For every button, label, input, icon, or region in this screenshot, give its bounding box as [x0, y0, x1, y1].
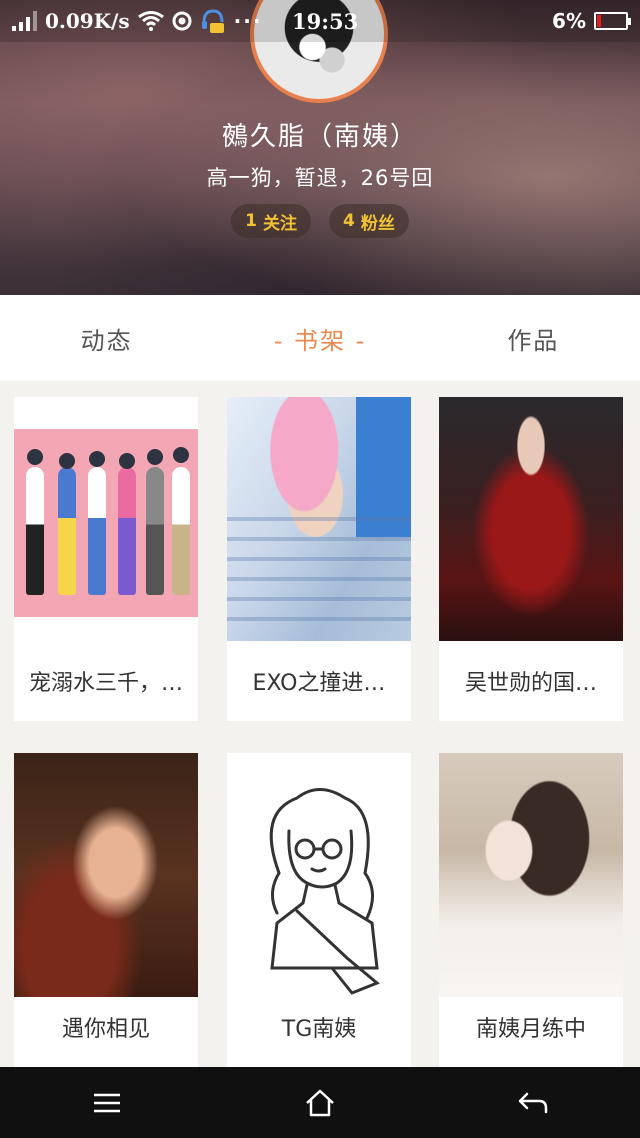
book-cover	[227, 397, 411, 641]
back-button[interactable]	[503, 1078, 563, 1128]
menu-icon	[93, 1093, 120, 1112]
book-card[interactable]: TG南姨	[227, 753, 411, 1067]
location-icon	[172, 11, 192, 31]
battery-icon	[594, 12, 631, 30]
book-title: 南姨月练中	[475, 1017, 586, 1042]
signal-icon	[12, 11, 37, 31]
book-title: 吴世勋的国…	[464, 671, 597, 696]
followers-button[interactable]: 4 粉丝	[329, 204, 409, 238]
following-label: 关注	[263, 213, 297, 234]
bookshelf-grid: 宠溺水三千，… EXO之撞进… 吴世勋的国… 遇你相见 TG南姨 南姨月练中	[0, 381, 640, 1067]
book-title: 遇你相见	[61, 1017, 150, 1042]
book-cover	[439, 753, 623, 997]
profile-header: 0.09K/s ··· 19:53 6% 鵺久脂（南姨） 高一狗，暂退，26号回…	[0, 0, 640, 295]
following-count: 1	[245, 211, 257, 231]
system-nav-bar	[0, 1067, 640, 1138]
tab-works[interactable]: 作品	[427, 295, 640, 381]
book-card[interactable]: 宠溺水三千，…	[14, 397, 198, 721]
following-button[interactable]: 1 关注	[231, 204, 311, 238]
followers-label: 粉丝	[360, 213, 395, 234]
chat-notification-icon	[200, 8, 226, 34]
profile-stats: 1 关注 4 粉丝	[0, 204, 640, 238]
tab-bookshelf[interactable]: - 书架 -	[213, 295, 426, 381]
profile-name: 鵺久脂（南姨）	[221, 122, 418, 152]
status-bar: 0.09K/s ··· 19:53 6%	[0, 0, 640, 42]
followers-count: 4	[343, 211, 355, 231]
home-button[interactable]	[290, 1078, 350, 1128]
wifi-icon	[137, 11, 164, 31]
book-cover	[14, 397, 198, 641]
back-icon	[519, 1092, 548, 1113]
profile-bio: 高一狗，暂退，26号回	[206, 166, 434, 190]
book-cover	[439, 397, 623, 641]
network-speed: 0.09K/s	[45, 9, 130, 33]
profile-tabs: 动态 - 书架 - 作品	[0, 295, 640, 381]
book-card[interactable]: 遇你相见	[14, 753, 198, 1067]
battery-percent: 6%	[552, 9, 586, 33]
book-card[interactable]: 南姨月练中	[439, 753, 623, 1067]
book-title: EXO之撞进…	[252, 671, 386, 696]
book-card[interactable]: 吴世勋的国…	[439, 397, 623, 721]
menu-button[interactable]	[77, 1078, 137, 1128]
book-title: 宠溺水三千，…	[28, 671, 183, 696]
book-title: TG南姨	[281, 1017, 357, 1042]
book-cover	[14, 753, 198, 997]
tab-activity[interactable]: 动态	[0, 295, 213, 381]
book-cover	[227, 753, 411, 997]
home-icon	[306, 1089, 334, 1116]
book-card[interactable]: EXO之撞进…	[227, 397, 411, 721]
more-notifications-icon: ···	[233, 9, 263, 33]
clock: 19:53	[292, 8, 359, 34]
